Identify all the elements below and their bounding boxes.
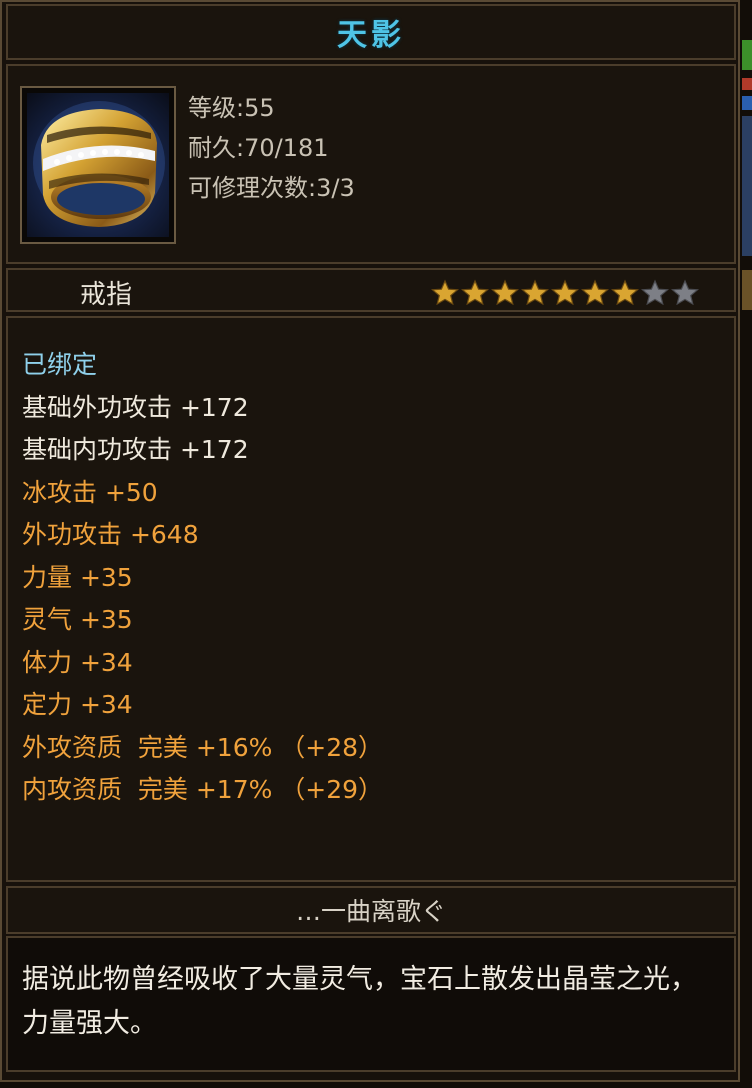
level-text: 等级:55 (188, 94, 275, 122)
item-name: 天影 (337, 18, 405, 53)
stat-line: 内攻资质 完美 +17% （+29） (22, 775, 384, 804)
stat-line: 体力 +34 (22, 647, 133, 677)
star-rating (430, 279, 700, 305)
author-name: …一曲离歌ぐ (295, 897, 446, 926)
stat-line: 灵气 +35 (22, 605, 133, 634)
stat-line: 定力 +34 (22, 690, 133, 719)
item-info-panel: 等级:55 耐久:70/181 可修理次数:3/3 (6, 64, 736, 264)
star-empty-icon (640, 279, 670, 305)
background-ui-edge (742, 78, 752, 90)
star-filled-icon (580, 279, 610, 305)
stat-line: 外功攻击 +648 (22, 520, 199, 549)
stat-line: 外攻资质 完美 +16% （+28） (22, 732, 384, 762)
author-bar: …一曲离歌ぐ (6, 886, 736, 934)
item-description: 据说此物曾经吸收了大量灵气，宝石上散发出晶莹之光，力量强大。 (22, 964, 697, 1039)
item-type: 戒指 (80, 280, 133, 310)
star-filled-icon (490, 279, 520, 305)
stat-line: 力量 +35 (22, 562, 133, 592)
item-type-bar: 戒指 (6, 268, 736, 312)
item-icon-slot[interactable] (20, 86, 176, 244)
star-filled-icon (550, 279, 580, 305)
star-filled-icon (460, 279, 490, 305)
star-filled-icon (610, 279, 640, 305)
stat-list: 已绑定基础外功攻击 +172 基础内功攻击 +172 冰攻击 +50 外功攻击 +64… (22, 344, 383, 812)
stat-line: 冰攻击 +50 (22, 477, 158, 507)
item-meta: 等级:55 耐久:70/181 可修理次数:3/3 (188, 88, 355, 208)
stat-line: 基础内功攻击 +172 (22, 435, 249, 464)
description-panel: 据说此物曾经吸收了大量灵气，宝石上散发出晶莹之光，力量强大。 (6, 936, 736, 1072)
bind-status: 已绑定 (22, 350, 98, 379)
stats-panel: 已绑定基础外功攻击 +172 基础内功攻击 +172 冰攻击 +50 外功攻击 +64… (6, 316, 736, 882)
background-ui-edge (742, 270, 752, 310)
title-bar: 天影 (6, 4, 736, 60)
background-ui-edge (742, 116, 752, 256)
durability-text: 耐久:70/181 (188, 134, 329, 162)
star-filled-icon (520, 279, 550, 305)
stat-line: 基础外功攻击 +172 (22, 392, 249, 422)
star-empty-icon (670, 279, 700, 305)
ring-icon (27, 93, 169, 237)
repair-count-text: 可修理次数:3/3 (188, 174, 355, 202)
star-filled-icon (430, 279, 460, 305)
background-ui-edge (742, 40, 752, 70)
item-tooltip: 天影 等级:55 耐久:70/181 可修理次数:3/3 戒指 已绑定 基础外功… (0, 0, 740, 1082)
background-ui-edge (742, 96, 752, 110)
